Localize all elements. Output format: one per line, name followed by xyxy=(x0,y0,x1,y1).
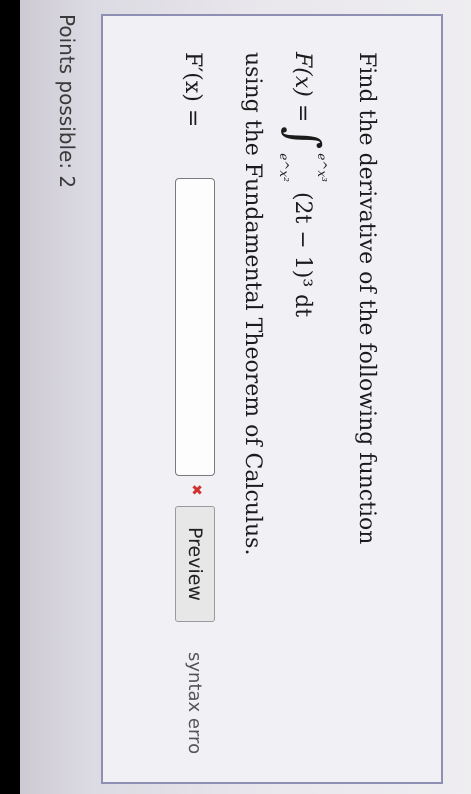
question-prompt: Find the derivative of the following fun… xyxy=(354,52,379,545)
answer-input[interactable] xyxy=(175,178,215,476)
integral-limits: e^x³ e^x² xyxy=(277,153,329,182)
function-lhs: F(x) = xyxy=(290,52,316,123)
lower-limit: e^x² xyxy=(277,153,291,182)
error-x-icon: ✖ xyxy=(188,484,204,496)
screen-bezel xyxy=(0,0,20,794)
points-possible: Points possible: 2 xyxy=(55,14,79,189)
method-text: using the Fundamental Theorem of Calculu… xyxy=(240,52,265,556)
function-definition: F(x) = ∫ e^x³ e^x² (2t − 1)³ dt xyxy=(277,52,329,317)
integral-symbol: ∫ xyxy=(278,126,329,150)
integrand: (2t − 1)³ dt xyxy=(290,191,316,318)
answer-label: F′(x) = xyxy=(180,52,205,128)
syntax-error-message: syntax erro xyxy=(184,652,205,755)
rotated-page: Find the derivative of the following fun… xyxy=(0,0,471,794)
preview-button[interactable]: Preview xyxy=(175,506,215,622)
upper-limit: e^x³ xyxy=(315,153,329,182)
question-card: Find the derivative of the following fun… xyxy=(101,14,443,784)
